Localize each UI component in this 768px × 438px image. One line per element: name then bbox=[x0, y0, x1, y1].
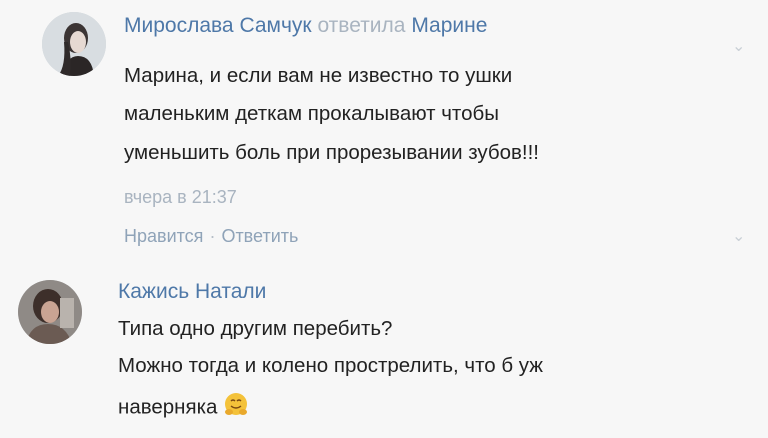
options-chevron-icon[interactable]: ⌄ bbox=[732, 36, 745, 56]
hugging-face-emoji-icon bbox=[223, 392, 249, 424]
reply-button[interactable]: Ответить bbox=[221, 226, 298, 246]
comment-header: Мирослава Самчук ответила Марине bbox=[124, 14, 487, 38]
author-name[interactable]: Кажись Натали bbox=[118, 280, 266, 303]
comment-1: Мирослава Самчук ответила Марине Марина,… bbox=[0, 0, 768, 260]
comment-text-line: Можно тогда и колено прострелить, что б … bbox=[118, 354, 543, 377]
replied-label: ответила bbox=[317, 14, 406, 37]
comment-timestamp[interactable]: вчера в 21:37 bbox=[124, 187, 237, 208]
reply-to-name[interactable]: Марине bbox=[411, 14, 487, 37]
comment-text-line: уменьшить боль при прорезывании зубов!!! bbox=[124, 141, 539, 164]
author-name[interactable]: Мирослава Самчук bbox=[124, 14, 312, 37]
comment-text-line: наверняка bbox=[118, 392, 249, 424]
avatar-photo-icon bbox=[42, 12, 106, 76]
avatar-photo-icon bbox=[18, 280, 82, 344]
comment-2: Кажись Натали Типа одно другим перебить?… bbox=[0, 260, 768, 438]
comment-actions: Нравится · Ответить bbox=[124, 226, 298, 247]
comment-header: Кажись Натали bbox=[118, 280, 266, 304]
comment-text-line: Типа одно другим перебить? bbox=[118, 317, 393, 340]
comment-text-line: Марина, и если вам не известно то ушки bbox=[124, 64, 513, 87]
options-chevron-icon[interactable]: ⌄ bbox=[732, 226, 745, 246]
like-button[interactable]: Нравится bbox=[124, 226, 203, 246]
comment-text-last: наверняка bbox=[118, 395, 218, 419]
separator-dot: · bbox=[209, 226, 216, 246]
comment-text-line: маленьким деткам прокалывают чтобы bbox=[124, 102, 499, 125]
avatar[interactable] bbox=[18, 280, 82, 344]
avatar[interactable] bbox=[42, 12, 106, 76]
